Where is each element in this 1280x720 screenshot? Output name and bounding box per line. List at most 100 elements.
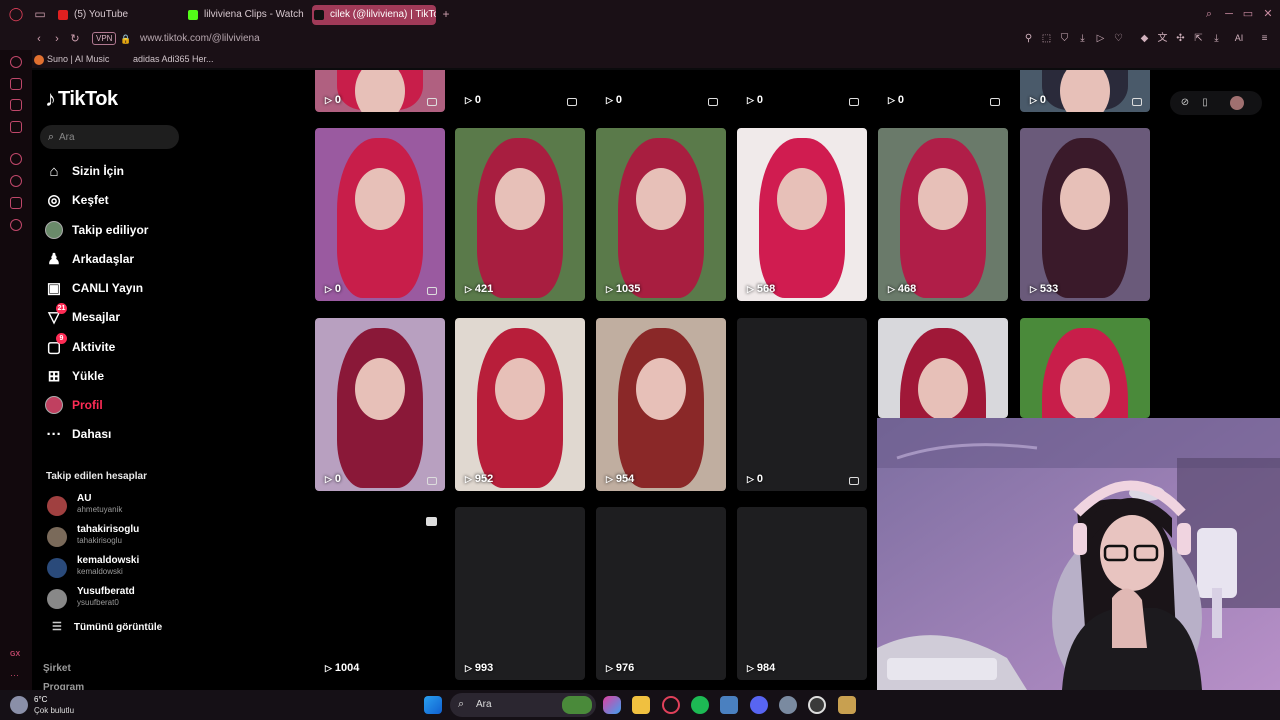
video-tile[interactable]: [878, 318, 1008, 418]
sidebar-item-friends[interactable]: ♟ Arkadaşlar: [44, 246, 194, 272]
search-input[interactable]: [59, 128, 169, 146]
download-page-icon[interactable]: ⤓: [1076, 32, 1089, 45]
address-bar: ‹ › ↻ VPN 🔒 www.tiktok.com/@lilviviena ⚲…: [0, 28, 1280, 50]
more-dots-icon[interactable]: ···: [10, 670, 19, 680]
following-accounts-title: Takip edilen hesaplar: [46, 471, 147, 482]
video-tile[interactable]: ▷ 0: [1020, 70, 1150, 112]
sidebar-item-profile[interactable]: Profil: [44, 392, 194, 418]
video-tile[interactable]: ▷ 0: [596, 70, 726, 112]
video-tile[interactable]: ▷ 993: [455, 507, 585, 680]
shield-icon[interactable]: ⛉: [1058, 32, 1071, 45]
bookmark-suno[interactable]: Suno | AI Music: [34, 52, 109, 66]
sidebar-item-following[interactable]: Takip ediliyor: [44, 217, 194, 243]
opera-logo-icon[interactable]: ◯: [8, 6, 24, 22]
phone-tool-icon[interactable]: ▯: [1198, 96, 1212, 110]
search-tabs-icon[interactable]: ⌕: [1202, 7, 1216, 21]
new-tab-button[interactable]: +: [438, 6, 454, 22]
aria-ai-icon[interactable]: AI: [1230, 32, 1248, 45]
forward-icon[interactable]: ›: [50, 31, 64, 47]
close-icon[interactable]: ✕: [1261, 7, 1275, 21]
play-icon[interactable]: ▷: [1094, 32, 1107, 45]
video-tile[interactable]: ▷ 0: [315, 318, 445, 491]
spotify-icon[interactable]: [691, 696, 709, 714]
settings-gear-icon[interactable]: [779, 696, 797, 714]
sidebar-icon-1[interactable]: [10, 56, 22, 68]
sidebar-item-live[interactable]: ▣ CANLI Yayın: [44, 275, 194, 301]
sidebar-item-compass[interactable]: ◎ Keşfet: [44, 187, 194, 213]
video-tile[interactable]: ▷ 0: [737, 318, 867, 491]
video-tile[interactable]: [1020, 318, 1150, 418]
menu-icon[interactable]: ≡: [1258, 32, 1271, 45]
sidebar-icon-4[interactable]: [10, 121, 22, 133]
followed-account[interactable]: Yusufberatd ysuufberat0: [46, 586, 196, 610]
discord-icon[interactable]: [750, 696, 768, 714]
player-icon[interactable]: [10, 153, 22, 165]
video-tile[interactable]: ▷ 468: [878, 128, 1008, 301]
minimize-icon[interactable]: ─: [1222, 7, 1236, 21]
puzzle-icon[interactable]: ✣: [1174, 32, 1187, 45]
sidebar-item-activity[interactable]: ▢ 9 Aktivite: [44, 333, 194, 360]
opera-gx-icon[interactable]: [662, 696, 680, 714]
downloads-icon[interactable]: ⤓: [1210, 32, 1223, 45]
footer-program-link[interactable]: Program: [43, 682, 84, 690]
followed-account[interactable]: kemaldowski kemaldowski: [46, 555, 196, 579]
league-icon[interactable]: [838, 696, 856, 714]
sidebar-item-more[interactable]: ··· Dahası: [44, 421, 194, 447]
video-tile[interactable]: ▷ 421: [455, 128, 585, 301]
video-tile[interactable]: ▷ 1004: [315, 507, 445, 680]
video-tile[interactable]: ▷ 0: [315, 128, 445, 301]
snapshot-icon[interactable]: ⬚: [1040, 32, 1053, 45]
video-tile[interactable]: ▷ 0: [878, 70, 1008, 112]
url-field[interactable]: www.tiktok.com/@lilviviena: [140, 31, 260, 47]
video-tile[interactable]: ▷ 954: [596, 318, 726, 491]
tab-favicon-icon: [58, 10, 68, 20]
sidebar-icon-2[interactable]: [10, 78, 22, 90]
extension-icon-1[interactable]: ◆: [1138, 32, 1151, 45]
file-explorer-icon[interactable]: [632, 696, 650, 714]
followed-account[interactable]: tahakirisoglu tahakirisoglu: [46, 524, 196, 548]
followed-account[interactable]: AU ahmetuyanik: [46, 493, 196, 517]
tiktok-logo[interactable]: ♪ TikTok: [45, 86, 118, 111]
browser-tab[interactable]: lilviviena Clips - Watch Liv: [186, 5, 304, 25]
share-icon[interactable]: ⇱: [1192, 32, 1205, 45]
bookmark-adidas[interactable]: adidas Adi365 Her...: [133, 52, 214, 66]
video-tile[interactable]: ▷ 0: [315, 70, 445, 112]
video-tile[interactable]: ▷ 0: [737, 70, 867, 112]
sidebar-item-home[interactable]: ⌂ Sizin İçin: [44, 158, 194, 184]
translate-icon[interactable]: 文: [1156, 32, 1169, 45]
weather-widget[interactable]: 6°C Çok bulutlu: [8, 693, 88, 717]
taskbar-search[interactable]: ⌕ Ara: [450, 693, 596, 717]
app-icon-blue[interactable]: [720, 696, 738, 714]
heart-icon[interactable]: ♡: [1112, 32, 1125, 45]
video-tile[interactable]: ▷ 533: [1020, 128, 1150, 301]
reload-icon[interactable]: ↻: [68, 31, 82, 47]
see-all-button[interactable]: ☰ Tümünü görüntüle: [52, 620, 162, 633]
video-tile[interactable]: ▷ 952: [455, 318, 585, 491]
settings-icon[interactable]: [10, 219, 22, 231]
maximize-icon[interactable]: ▭: [1241, 7, 1255, 21]
back-icon[interactable]: ‹: [32, 31, 46, 47]
copilot-icon[interactable]: [603, 696, 621, 714]
obs-icon[interactable]: [808, 696, 826, 714]
extensions-icon[interactable]: [10, 197, 22, 209]
pin-icon[interactable]: ⚲: [1022, 32, 1035, 45]
sidebar-item-upload[interactable]: ⊞ Yükle: [44, 363, 194, 389]
video-tile[interactable]: ▷ 976: [596, 507, 726, 680]
browser-tab[interactable]: cilek (@lilviviena) | TikTok: [312, 5, 436, 25]
user-avatar[interactable]: [1230, 96, 1244, 110]
search-box[interactable]: ⌕: [40, 125, 179, 149]
video-tile[interactable]: ▷ 0: [455, 70, 585, 112]
compass-tool-icon[interactable]: ⊘: [1178, 96, 1192, 110]
footer-company-link[interactable]: Şirket: [43, 663, 71, 674]
gx-label[interactable]: GX: [10, 651, 20, 658]
vpn-badge[interactable]: VPN: [92, 32, 117, 45]
tab-menu-icon[interactable]: ▭: [32, 6, 48, 22]
video-tile[interactable]: ▷ 568: [737, 128, 867, 301]
video-tile[interactable]: ▷ 1035: [596, 128, 726, 301]
video-tile[interactable]: ▷ 984: [737, 507, 867, 680]
sidebar-icon-3[interactable]: [10, 99, 22, 111]
sidebar-item-messages[interactable]: ▽ 21 Mesajlar: [44, 303, 194, 330]
windows-start-icon[interactable]: [424, 696, 442, 714]
history-icon[interactable]: [10, 175, 22, 187]
browser-tab[interactable]: (5) YouTube: [56, 5, 180, 25]
